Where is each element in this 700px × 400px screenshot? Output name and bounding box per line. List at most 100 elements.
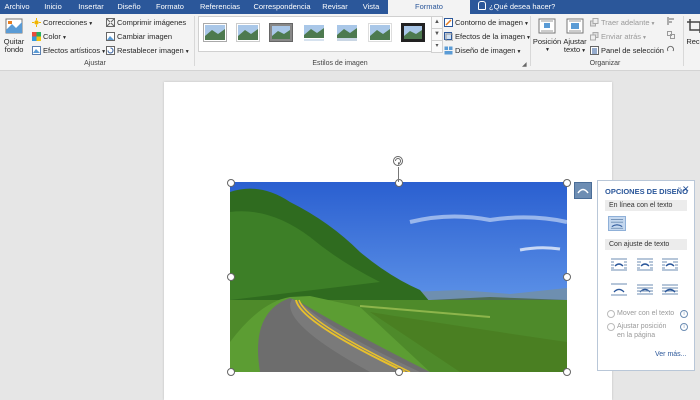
info-icon[interactable]: i bbox=[680, 310, 688, 318]
change-picture-button[interactable]: Cambiar imagen bbox=[106, 31, 172, 43]
wrap-inline-option[interactable] bbox=[608, 216, 626, 231]
tab-formato-imagen[interactable]: Formato bbox=[388, 0, 470, 14]
inline-section-header: En línea con el texto bbox=[605, 200, 687, 211]
wrap-behind-text-option[interactable] bbox=[636, 282, 654, 297]
rotate-handle-icon[interactable] bbox=[392, 155, 404, 167]
info-icon[interactable]: i bbox=[680, 323, 688, 331]
group-label-organizar: Organizar bbox=[589, 60, 621, 67]
move-with-text-radio[interactable]: Mover con el texto bbox=[607, 309, 675, 318]
move-with-text-label: Mover con el texto bbox=[617, 310, 675, 317]
chevron-down-icon: ▼ bbox=[650, 21, 656, 27]
tell-me-search[interactable]: ¿Qué desea hacer? bbox=[478, 0, 555, 14]
reset-picture-button[interactable]: Restablecer imagen▼ bbox=[106, 45, 190, 57]
fix-position-label-line2: en la página bbox=[617, 332, 656, 339]
picture-style-7[interactable] bbox=[401, 23, 425, 42]
group-label-ajustar: Ajustar bbox=[84, 60, 106, 67]
crop-label: Rec bbox=[686, 37, 700, 46]
tab-referencias[interactable]: Referencias bbox=[192, 0, 248, 14]
layout-options-icon bbox=[577, 188, 589, 194]
align-icon[interactable] bbox=[667, 17, 675, 25]
picture-style-2[interactable] bbox=[236, 23, 260, 42]
corrections-button[interactable]: Correcciones▼ bbox=[32, 17, 93, 29]
picture-effects-label: Efectos de la imagen bbox=[455, 32, 526, 41]
see-more-link[interactable]: Ver más... bbox=[655, 351, 687, 358]
layout-options-button[interactable] bbox=[574, 182, 592, 199]
bring-forward-icon bbox=[590, 18, 599, 27]
group-icon[interactable] bbox=[667, 31, 675, 39]
picture-style-4[interactable] bbox=[302, 23, 326, 42]
tab-vista[interactable]: Vista bbox=[354, 0, 388, 14]
resize-handle-top[interactable] bbox=[395, 179, 403, 187]
wrap-top-bottom-option[interactable] bbox=[610, 282, 628, 297]
picture-style-3[interactable] bbox=[269, 23, 293, 42]
resize-handle-top-left[interactable] bbox=[227, 179, 235, 187]
close-icon[interactable]: ✕ bbox=[682, 184, 690, 195]
wrap-through-option[interactable] bbox=[661, 257, 679, 272]
send-backward-label: Enviar atrás bbox=[601, 32, 642, 41]
wrap-section-header: Con ajuste de texto bbox=[605, 239, 687, 250]
group-label-estilos: Estilos de imagen bbox=[312, 60, 368, 67]
selection-pane-icon bbox=[590, 46, 599, 55]
gallery-more[interactable]: ▾ bbox=[431, 40, 443, 53]
remove-background-button[interactable]: Quitar fondo bbox=[2, 18, 26, 54]
picture-layout-button[interactable]: Diseño de imagen▼ bbox=[444, 45, 521, 57]
wrap-square-icon bbox=[611, 258, 627, 271]
group-divider bbox=[194, 16, 195, 66]
landscape-road-image bbox=[230, 182, 567, 372]
wrap-text-button[interactable]: Ajustar texto▼ bbox=[562, 18, 588, 55]
selected-picture[interactable] bbox=[230, 182, 567, 372]
picture-style-6[interactable] bbox=[368, 23, 392, 42]
wrap-square-option[interactable] bbox=[610, 257, 628, 272]
picture-style-1[interactable] bbox=[203, 23, 227, 42]
chevron-down-icon: ▼ bbox=[184, 49, 190, 55]
picture-style-5[interactable] bbox=[335, 23, 359, 42]
rotate-icon[interactable] bbox=[667, 45, 675, 53]
change-picture-label: Cambiar imagen bbox=[117, 32, 173, 41]
remove-background-icon bbox=[5, 18, 23, 34]
picture-border-button[interactable]: Contorno de imagen▼ bbox=[444, 17, 529, 29]
chevron-down-icon: ▼ bbox=[642, 35, 647, 41]
compress-label: Comprimir imágenes bbox=[117, 18, 187, 27]
crop-button[interactable]: Rec bbox=[686, 18, 700, 46]
color-button[interactable]: Color▼ bbox=[32, 31, 67, 43]
resize-handle-top-right[interactable] bbox=[563, 179, 571, 187]
picture-layout-label: Diseño de imagen bbox=[455, 46, 516, 55]
group-divider bbox=[530, 16, 531, 66]
resize-handle-bottom-right[interactable] bbox=[563, 368, 571, 376]
fix-position-radio[interactable]: Ajustar posición en la página bbox=[607, 322, 666, 340]
resize-handle-right[interactable] bbox=[563, 273, 571, 281]
tab-archivo[interactable]: Archivo bbox=[0, 0, 34, 14]
styles-dialog-launcher-icon[interactable]: ◢ bbox=[522, 61, 528, 68]
selection-pane-button[interactable]: Panel de selección bbox=[590, 45, 664, 57]
tab-formato-texto[interactable]: Formato bbox=[148, 0, 192, 14]
resize-handle-bottom[interactable] bbox=[395, 368, 403, 376]
ribbon-tab-bar: Archivo Inicio Insertar Diseño Formato R… bbox=[0, 0, 700, 14]
compress-pictures-button[interactable]: Comprimir imágenes bbox=[106, 17, 186, 29]
picture-border-label: Contorno de imagen bbox=[455, 18, 523, 27]
position-button[interactable]: Posición ▼ bbox=[532, 18, 562, 54]
reset-picture-label: Restablecer imagen bbox=[117, 46, 184, 55]
reset-picture-icon bbox=[106, 46, 115, 55]
tab-correspondencia[interactable]: Correspondencia bbox=[248, 0, 316, 14]
lightbulb-icon bbox=[478, 1, 486, 10]
wrap-tight-icon bbox=[637, 258, 653, 271]
resize-handle-left[interactable] bbox=[227, 273, 235, 281]
resize-handle-bottom-left[interactable] bbox=[227, 368, 235, 376]
artistic-effects-button[interactable]: Efectos artísticos▼ bbox=[32, 45, 106, 57]
tab-insertar[interactable]: Insertar bbox=[72, 0, 110, 14]
picture-effects-button[interactable]: Efectos de la imagen▼ bbox=[444, 31, 531, 43]
bring-forward-button[interactable]: Traer adelante▼ bbox=[590, 17, 655, 29]
tab-inicio[interactable]: Inicio bbox=[34, 0, 72, 14]
position-label: Posición bbox=[532, 37, 562, 46]
tab-revisar[interactable]: Revisar bbox=[316, 0, 354, 14]
tab-diseno[interactable]: Diseño bbox=[110, 0, 148, 14]
picture-border-icon bbox=[444, 18, 453, 27]
artistic-effects-label: Efectos artísticos bbox=[43, 46, 101, 55]
color-icon bbox=[32, 32, 41, 41]
chevron-down-icon: ▼ bbox=[523, 21, 529, 27]
wrap-tight-option[interactable] bbox=[636, 257, 654, 272]
wrap-label-line2: texto▼ bbox=[563, 45, 587, 55]
send-backward-button[interactable]: Enviar atrás▼ bbox=[590, 31, 647, 43]
artistic-effects-icon bbox=[32, 46, 41, 55]
wrap-in-front-option[interactable] bbox=[661, 282, 679, 297]
